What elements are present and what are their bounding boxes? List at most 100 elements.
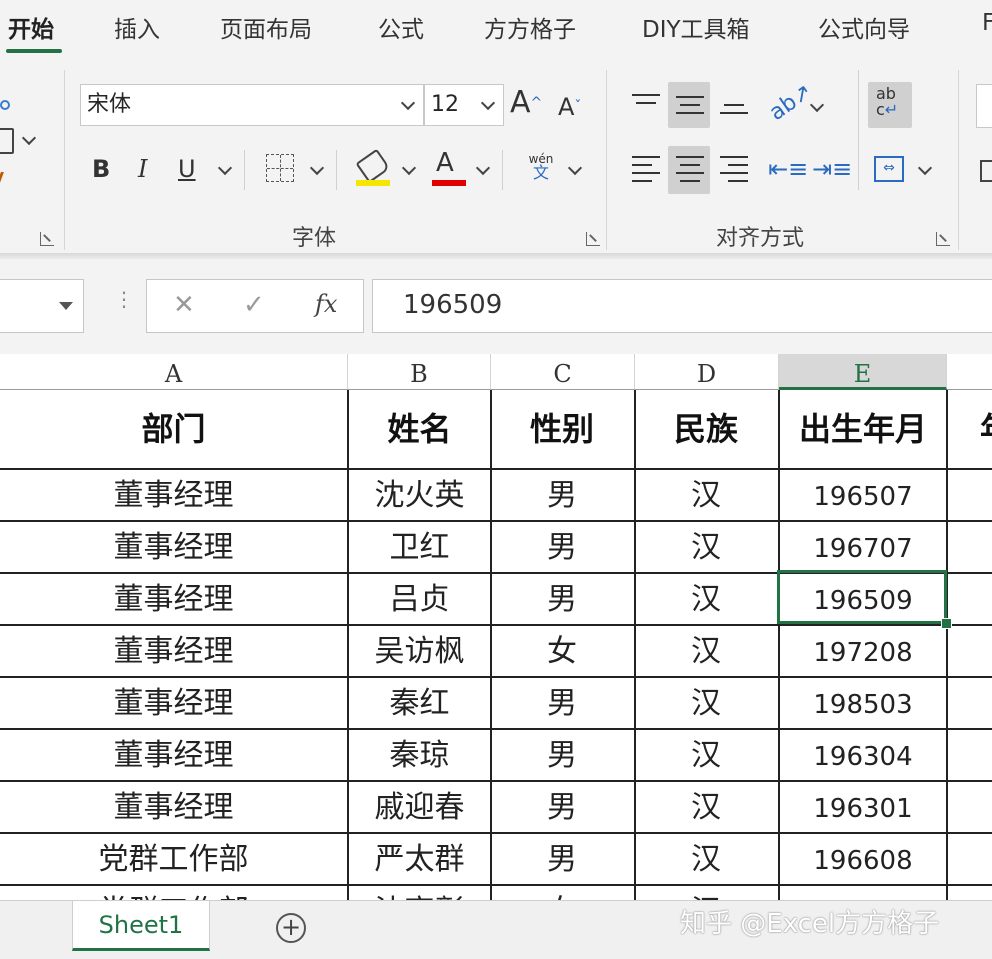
number-format-box[interactable]	[976, 84, 992, 128]
borders-dropdown-icon[interactable]	[309, 160, 325, 176]
underline-dropdown-icon[interactable]	[217, 160, 233, 176]
cell-birth[interactable]	[778, 886, 948, 900]
fill-color-dropdown-icon[interactable]	[401, 160, 417, 176]
cell-department[interactable]: 董事经理	[0, 782, 349, 834]
cell-birth[interactable]: 196301	[778, 782, 948, 834]
align-left-icon[interactable]	[632, 156, 660, 188]
tab-insert[interactable]: 插入	[114, 10, 160, 44]
increase-indent-icon[interactable]: ⇥≡	[812, 156, 852, 182]
italic-button[interactable]: I	[138, 154, 147, 184]
worksheet-grid[interactable]: A B C D E 部门 姓名 性别 民族 出生年月 年 董事经理沈火英男汉19…	[0, 354, 992, 900]
tab-diy-toolbox[interactable]: DIY工具箱	[642, 10, 750, 44]
tab-next[interactable]: F	[982, 10, 992, 36]
cell-department[interactable]: 董事经理	[0, 730, 349, 782]
borders-icon[interactable]	[266, 154, 294, 182]
cell-birth[interactable]: 196507	[778, 470, 948, 522]
align-bottom-icon[interactable]	[720, 104, 748, 120]
name-box-dropdown-icon[interactable]	[59, 302, 73, 310]
enter-icon[interactable]: ✓	[243, 290, 265, 320]
tab-formulas[interactable]: 公式	[378, 10, 424, 44]
cell-gender[interactable]: 女	[490, 886, 636, 900]
cell-gender[interactable]: 男	[490, 782, 636, 834]
align-middle-icon[interactable]	[676, 96, 704, 120]
cell-name[interactable]: 吕贞	[347, 574, 492, 626]
align-top-icon[interactable]	[632, 94, 660, 110]
brush-icon[interactable]	[0, 172, 14, 188]
cell-name[interactable]: 沈高彰	[347, 886, 492, 900]
cell-gender[interactable]: 男	[490, 522, 636, 574]
cancel-icon[interactable]: ✕	[173, 290, 195, 320]
font-color-button[interactable]: A	[436, 148, 454, 178]
cell-name[interactable]: 吴访枫	[347, 626, 492, 678]
cell-birth[interactable]: 198503	[778, 678, 948, 730]
cell-birth[interactable]: 196707	[778, 522, 948, 574]
chevron-down-icon[interactable]	[400, 95, 416, 111]
cell-next[interactable]	[946, 678, 992, 730]
formula-bar-grip-icon[interactable]: ⋮	[114, 289, 134, 309]
cell-next[interactable]	[946, 782, 992, 834]
cell-department[interactable]: 董事经理	[0, 574, 349, 626]
cell-next[interactable]	[946, 886, 992, 900]
formula-input[interactable]: 196509	[372, 279, 992, 333]
cell-name[interactable]: 戚迎春	[347, 782, 492, 834]
add-sheet-icon[interactable]: +	[276, 913, 306, 943]
header-cell-gender[interactable]: 性别	[490, 390, 636, 470]
grow-font-button[interactable]: A^	[510, 88, 542, 118]
cell-next[interactable]	[946, 834, 992, 886]
decrease-indent-icon[interactable]: ⇤≡	[768, 156, 808, 182]
cell-department[interactable]: 董事经理	[0, 626, 349, 678]
cell-department[interactable]: 董事经理	[0, 470, 349, 522]
cell-ethnicity[interactable]: 汉	[634, 782, 780, 834]
sheet-tab-sheet1[interactable]: Sheet1	[72, 901, 210, 951]
tab-home[interactable]: 开始	[8, 10, 54, 44]
font-launcher-icon[interactable]	[586, 232, 600, 246]
align-right-icon[interactable]	[720, 156, 748, 188]
merge-center-icon[interactable]: ⇔	[874, 156, 904, 182]
font-color-dropdown-icon[interactable]	[475, 160, 491, 176]
header-cell-name[interactable]: 姓名	[347, 390, 492, 470]
cell-gender[interactable]: 男	[490, 834, 636, 886]
chevron-down-icon[interactable]	[480, 95, 496, 111]
cell-next[interactable]	[946, 626, 992, 678]
column-header-e[interactable]: E	[779, 354, 947, 390]
cell-birth[interactable]: 197208	[778, 626, 948, 678]
cell-ethnicity[interactable]: 汉	[634, 730, 780, 782]
cell-gender[interactable]: 女	[490, 626, 636, 678]
header-cell-department[interactable]: 部门	[0, 390, 349, 470]
cell-next[interactable]	[946, 470, 992, 522]
phonetic-guide-button[interactable]: wén 文	[526, 152, 556, 181]
cell-next[interactable]	[946, 730, 992, 782]
cell-department[interactable]: 董事经理	[0, 522, 349, 574]
cell-gender[interactable]: 男	[490, 574, 636, 626]
cell-ethnicity[interactable]: 汉	[634, 522, 780, 574]
shrink-font-button[interactable]: Aˇ	[558, 92, 581, 122]
cell-department[interactable]: 党群工作部	[0, 834, 349, 886]
cell-next[interactable]	[946, 522, 992, 574]
cell-ethnicity[interactable]: 汉	[634, 626, 780, 678]
header-cell-ethnicity[interactable]: 民族	[634, 390, 780, 470]
phonetic-dropdown-icon[interactable]	[567, 160, 583, 176]
column-header-f[interactable]	[947, 354, 992, 390]
cell-name[interactable]: 秦琼	[347, 730, 492, 782]
cell-next[interactable]	[946, 574, 992, 626]
cell-gender[interactable]: 男	[490, 730, 636, 782]
active-cell-selection[interactable]	[777, 570, 947, 624]
header-cell-birth[interactable]: 出生年月	[778, 390, 948, 470]
cell-gender[interactable]: 男	[490, 470, 636, 522]
cell-birth[interactable]: 196608	[778, 834, 948, 886]
tab-formula-wizard[interactable]: 公式向导	[818, 10, 910, 44]
underline-button[interactable]: U	[178, 154, 196, 184]
cell-name[interactable]: 严太群	[347, 834, 492, 886]
column-header-a[interactable]: A	[0, 354, 348, 390]
cell-name[interactable]: 卫红	[347, 522, 492, 574]
cell-name[interactable]: 沈火英	[347, 470, 492, 522]
fill-color-icon[interactable]	[355, 148, 391, 184]
clipboard-launcher-icon[interactable]	[40, 232, 54, 246]
fill-handle[interactable]	[941, 618, 952, 629]
align-center-icon[interactable]	[676, 156, 704, 188]
tab-fangfang[interactable]: 方方格子	[484, 10, 576, 44]
paste-dropdown-icon[interactable]	[21, 130, 37, 146]
conditional-format-icon[interactable]	[980, 160, 992, 182]
column-header-d[interactable]: D	[635, 354, 779, 390]
name-box[interactable]	[0, 279, 84, 333]
